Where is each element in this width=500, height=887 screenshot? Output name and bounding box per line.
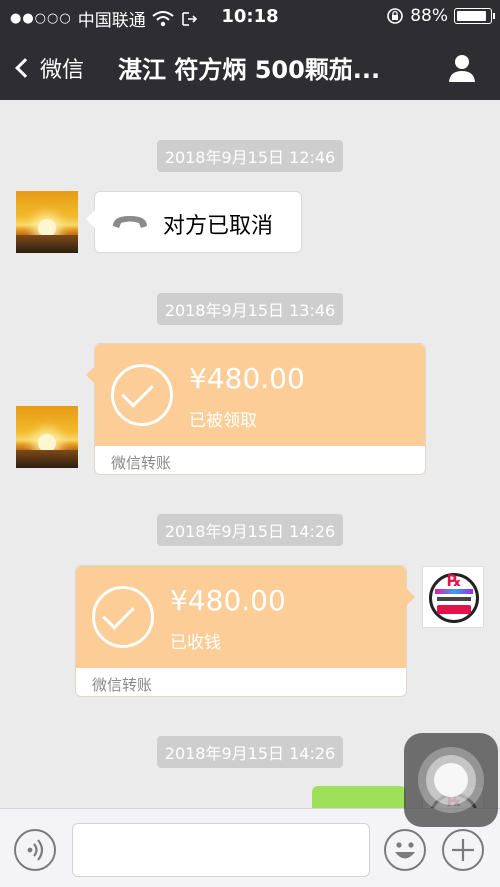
battery-level-fill — [457, 11, 487, 21]
transfer-header: ¥480.00 已收钱 — [76, 566, 406, 668]
transfer-footer: 微信转账 — [92, 676, 153, 694]
battery-icon — [454, 8, 495, 24]
battery-percent: 88% — [410, 6, 448, 26]
timestamp-label: 2018年9月15日 13:46 — [156, 293, 344, 325]
avatar-sea — [16, 235, 78, 253]
back-label: 微信 — [40, 58, 85, 83]
assistive-touch-button[interactable] — [404, 733, 498, 827]
check-circle-icon — [111, 364, 173, 426]
person-icon[interactable] — [446, 52, 478, 84]
status-right: 88% — [386, 6, 495, 26]
phone-hangup-icon — [113, 216, 147, 228]
bubble-tail — [86, 366, 95, 384]
bubble-tail — [406, 588, 415, 606]
timestamp: 2018年9月15日 14:26 — [0, 514, 500, 546]
voice-icon — [27, 839, 44, 861]
timestamp-label: 2018年9月15日 12:46 — [156, 140, 344, 172]
call-status-text: 对方已取消 — [163, 214, 274, 239]
transfer-bubble-sent[interactable]: ¥480.00 已收钱 微信转账 — [75, 565, 415, 697]
call-message-bubble[interactable]: 对方已取消 — [86, 191, 302, 253]
more-button[interactable] — [442, 829, 484, 871]
transfer-amount: ¥480.00 — [189, 362, 305, 395]
contact-avatar[interactable] — [16, 191, 78, 253]
chevron-left-icon — [15, 58, 35, 78]
transfer-bubble-received[interactable]: ¥480.00 已被领取 微信转账 — [86, 343, 426, 475]
timestamp-label: 2018年9月15日 14:26 — [156, 736, 344, 768]
my-avatar[interactable]: ℞ — [422, 566, 484, 628]
plus-icon — [452, 839, 474, 861]
rotation-lock-icon — [387, 8, 404, 24]
message-input[interactable] — [72, 823, 370, 877]
back-button[interactable]: 微信 — [14, 52, 84, 84]
check-circle-icon — [92, 586, 154, 648]
avatar-logo-line — [435, 589, 473, 594]
timestamp: 2018年9月15日 12:46 — [0, 140, 500, 172]
transfer-header: ¥480.00 已被领取 — [95, 344, 425, 446]
transfer-status: 已收钱 — [170, 633, 221, 653]
emoji-button[interactable] — [384, 829, 426, 871]
chat-title: 湛江 符方炳 500颗茄... — [118, 56, 381, 84]
transfer-status: 已被领取 — [189, 411, 257, 431]
assistive-ring-inner — [434, 763, 468, 797]
avatar-logo-mark: ℞ — [447, 571, 462, 590]
emoji-icon — [395, 842, 415, 859]
transfer-amount: ¥480.00 — [170, 584, 286, 617]
voice-button[interactable] — [14, 829, 56, 871]
status-bar: ●●○○○ 中国联通 10:18 88% — [0, 0, 500, 34]
timestamp: 2018年9月15日 13:46 — [0, 293, 500, 325]
avatar-sea — [16, 450, 78, 468]
timestamp-label: 2018年9月15日 14:26 — [156, 514, 344, 546]
avatar-logo-line — [437, 605, 471, 614]
transfer-footer: 微信转账 — [111, 454, 172, 472]
avatar-logo-line — [437, 597, 471, 601]
contact-avatar[interactable] — [16, 406, 78, 468]
navigation-bar: 微信 湛江 符方炳 500颗茄... — [0, 34, 500, 100]
